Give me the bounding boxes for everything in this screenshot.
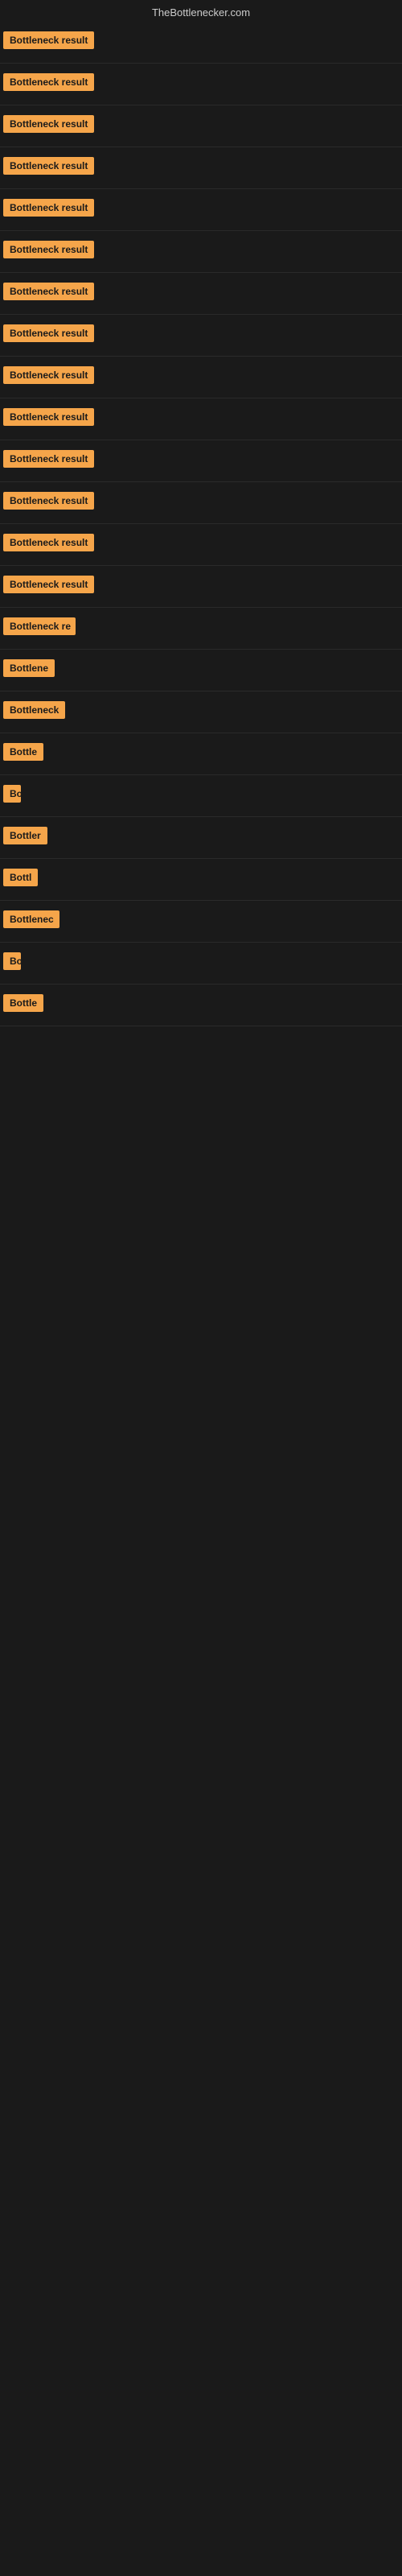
bottleneck-result-badge[interactable]: Bottleneck result bbox=[3, 241, 94, 258]
bottleneck-result-badge[interactable]: Bo bbox=[3, 952, 21, 970]
list-item: Bottleneck result bbox=[0, 482, 402, 524]
list-item: Bottleneck result bbox=[0, 105, 402, 147]
list-item: Bottleneck result bbox=[0, 189, 402, 231]
list-item: Bottleneck result bbox=[0, 398, 402, 440]
site-title: TheBottlenecker.com bbox=[152, 6, 250, 19]
list-item: Bottleneck result bbox=[0, 273, 402, 315]
bottleneck-result-badge[interactable]: Bottleneck result bbox=[3, 492, 94, 510]
bottleneck-result-badge[interactable]: Bottleneck bbox=[3, 701, 65, 719]
bottleneck-result-badge[interactable]: Bottleneck result bbox=[3, 534, 94, 551]
list-item: Bottle bbox=[0, 985, 402, 1026]
bottleneck-result-badge[interactable]: Bottleneck result bbox=[3, 157, 94, 175]
bottleneck-result-badge[interactable]: Bottleneck result bbox=[3, 73, 94, 91]
bottleneck-result-badge[interactable]: Bottle bbox=[3, 994, 43, 1012]
list-item: Bottlene bbox=[0, 650, 402, 691]
list-item: Bottl bbox=[0, 859, 402, 901]
bottleneck-result-badge[interactable]: Bottleneck result bbox=[3, 115, 94, 133]
list-item: Bottleneck result bbox=[0, 231, 402, 273]
page-wrapper: TheBottlenecker.com Bottleneck resultBot… bbox=[0, 0, 402, 1026]
list-item: Bottle bbox=[0, 733, 402, 775]
list-item: Bo bbox=[0, 943, 402, 985]
bottleneck-result-badge[interactable]: Bottleneck result bbox=[3, 31, 94, 49]
site-header: TheBottlenecker.com bbox=[0, 0, 402, 22]
bottleneck-result-badge[interactable]: Bottleneck re bbox=[3, 617, 76, 635]
bottleneck-result-badge[interactable]: Bottleneck result bbox=[3, 408, 94, 426]
list-item: Bottleneck re bbox=[0, 608, 402, 650]
list-item: Bottleneck bbox=[0, 691, 402, 733]
bottleneck-result-badge[interactable]: Bottle bbox=[3, 743, 43, 761]
bottleneck-result-badge[interactable]: Bottleneck result bbox=[3, 366, 94, 384]
bottleneck-result-badge[interactable]: Bottleneck result bbox=[3, 199, 94, 217]
list-item: Bottler bbox=[0, 817, 402, 859]
list-item: Bottleneck result bbox=[0, 147, 402, 189]
bottleneck-result-badge[interactable]: Bottl bbox=[3, 869, 38, 886]
badge-list: Bottleneck result Bottleneck result Bottle… bbox=[0, 22, 402, 1026]
bottleneck-result-badge[interactable]: Bo bbox=[3, 785, 21, 803]
list-item: Bottleneck result bbox=[0, 315, 402, 357]
list-item: Bottleneck result bbox=[0, 64, 402, 105]
bottleneck-result-badge[interactable]: Bottleneck result bbox=[3, 283, 94, 300]
list-item: Bottleneck result bbox=[0, 357, 402, 398]
list-item: Bottlenec bbox=[0, 901, 402, 943]
bottleneck-result-badge[interactable]: Bottlenec bbox=[3, 910, 59, 928]
bottleneck-result-badge[interactable]: Bottleneck result bbox=[3, 450, 94, 468]
bottleneck-result-badge[interactable]: Bottlene bbox=[3, 659, 55, 677]
list-item: Bottleneck result bbox=[0, 22, 402, 64]
list-item: Bottleneck result bbox=[0, 440, 402, 482]
bottleneck-result-badge[interactable]: Bottler bbox=[3, 827, 47, 844]
list-item: Bo bbox=[0, 775, 402, 817]
bottleneck-result-badge[interactable]: Bottleneck result bbox=[3, 324, 94, 342]
bottleneck-result-badge[interactable]: Bottleneck result bbox=[3, 576, 94, 593]
list-item: Bottleneck result bbox=[0, 566, 402, 608]
list-item: Bottleneck result bbox=[0, 524, 402, 566]
